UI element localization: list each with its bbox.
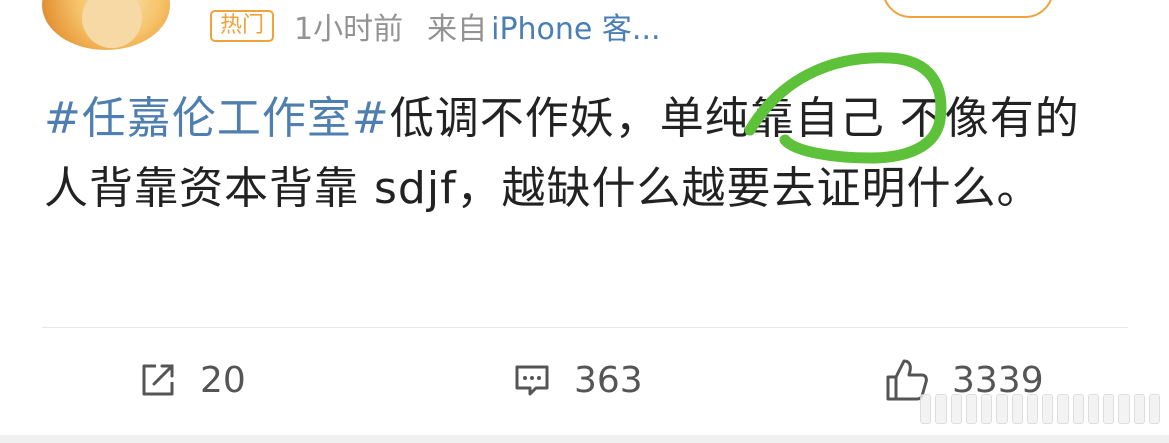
repost-button[interactable]: 20 [138,352,246,408]
post-content: #任嘉伦工作室#低调不作妖，单纯靠自己 不像有的人背靠资本背靠 sdjf，越缺什… [44,84,1119,224]
follow-button[interactable] [882,0,1054,18]
comment-button[interactable]: 363 [512,352,643,408]
avatar-face [82,0,142,48]
watermark-barcode [920,392,1160,426]
post-time: 1小时前 [294,12,404,47]
divider [42,327,1128,328]
source-prefix: 来自 [427,12,488,47]
repost-icon [142,364,174,396]
weibo-post: 热门 1小时前 来自 iPhone 客... #任嘉伦工作室#低调不作妖，单纯靠… [0,0,1169,443]
comment-count: 363 [574,359,643,401]
source-link[interactable]: iPhone 客... [491,4,660,48]
comment-icon [515,365,549,396]
bottom-separator [0,435,1169,443]
hot-badge: 热门 [210,10,275,42]
avatar[interactable] [42,0,170,50]
post-meta: 热门 1小时前 来自 iPhone 客... [210,4,661,48]
repost-count: 20 [200,359,246,401]
topic-link[interactable]: #任嘉伦工作室# [44,93,390,144]
